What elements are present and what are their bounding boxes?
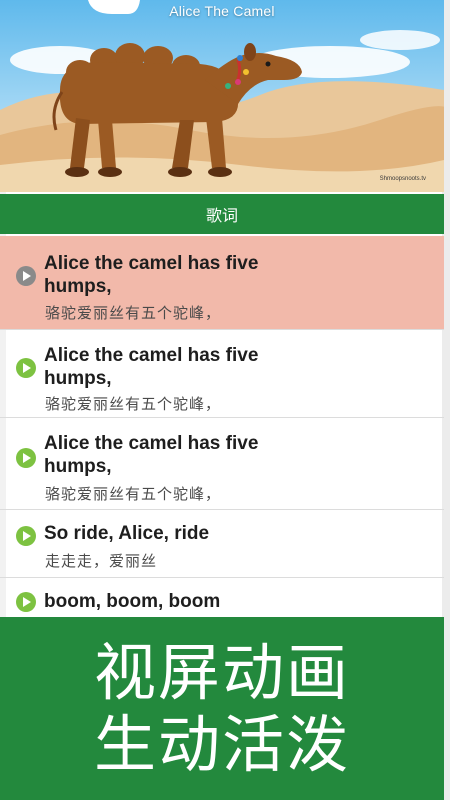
promo-banner: 视屏动画 生动活泼 (0, 617, 444, 800)
promo-line-1: 视屏动画 (93, 635, 350, 709)
lyric-chinese: 骆驼爱丽丝有五个驼峰， (45, 304, 222, 322)
lyric-chinese: 走走走，爱丽丝 (45, 552, 158, 570)
lyric-english: boom, boom, boom (44, 591, 221, 612)
lyric-english: Alice the camel has five humps, (44, 253, 259, 297)
lyric-chinese: 骆驼爱丽丝有五个驼峰， (45, 395, 222, 413)
lyric-english: Alice the camel has five humps, (44, 345, 259, 389)
lyric-row[interactable]: Alice the camel has five humps, 骆驼爱丽丝有五个… (0, 236, 444, 330)
play-icon[interactable] (16, 592, 36, 612)
lyric-english: Alice the camel has five humps, (44, 433, 259, 477)
play-icon[interactable] (16, 448, 36, 468)
video-player[interactable]: Alice The Camel Shmoopsnoots.tv (0, 0, 444, 192)
lyric-english: So ride, Alice, ride (44, 523, 210, 544)
play-icon[interactable] (16, 266, 36, 286)
lyric-row[interactable]: Alice the camel has five humps, 骆驼爱丽丝有五个… (0, 330, 444, 418)
camel-illustration (0, 0, 444, 192)
play-icon[interactable] (16, 526, 36, 546)
promo-line-2: 生动活泼 (93, 707, 350, 781)
lyric-row[interactable]: So ride, Alice, ride 走走走，爱丽丝 (0, 510, 444, 578)
lyric-chinese: 骆驼爱丽丝有五个驼峰， (45, 485, 222, 503)
lyrics-section-header: 歌词 (0, 194, 444, 234)
lyrics-section-title: 歌词 (205, 206, 238, 225)
play-icon[interactable] (16, 358, 36, 378)
video-watermark: Shmoopsnoots.tv (379, 176, 426, 182)
video-title: Alice The Camel (169, 3, 275, 19)
lyric-row[interactable]: Alice the camel has five humps, 骆驼爱丽丝有五个… (0, 418, 444, 510)
lyric-row[interactable]: boom, boom, boom (0, 578, 444, 618)
